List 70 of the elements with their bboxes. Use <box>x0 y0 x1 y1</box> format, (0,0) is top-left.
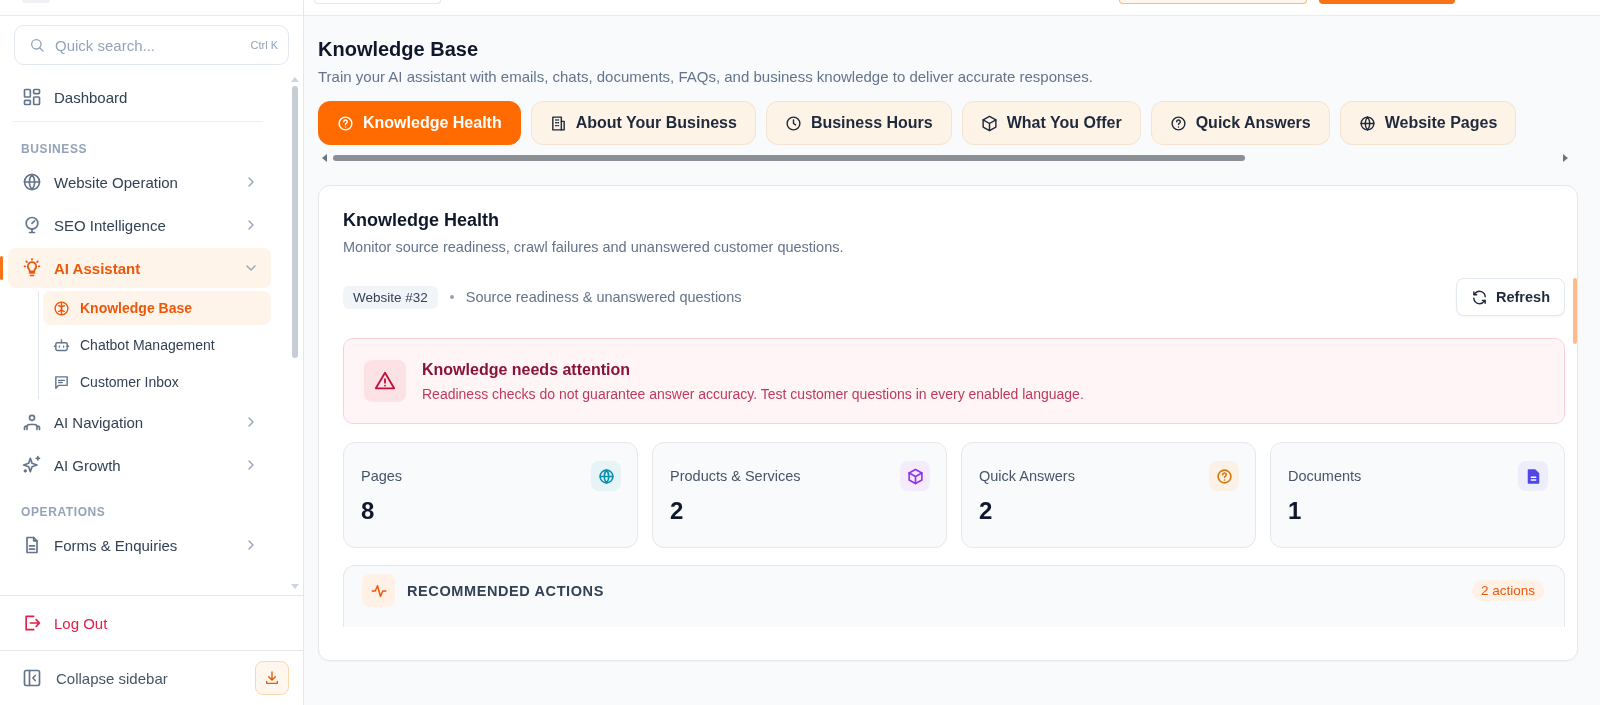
sparkle-icon <box>22 455 42 475</box>
nav-item[interactable]: Website Operation <box>8 162 271 202</box>
box-icon <box>980 114 998 132</box>
nav-subitem[interactable]: Chatbot Management <box>43 328 271 362</box>
tab[interactable]: Quick Answers <box>1150 101 1330 145</box>
nav-subitem[interactable]: Customer Inbox <box>43 365 271 399</box>
logout-button[interactable]: Log Out <box>22 613 108 633</box>
people-icon <box>22 412 42 432</box>
scrollbar-thumb[interactable] <box>292 86 298 358</box>
count-badge: 2 actions <box>1471 580 1544 601</box>
section-label: BUSINESS <box>20 141 89 156</box>
collapse-sidebar-button[interactable]: Collapse sidebar <box>22 668 255 688</box>
scroll-up-icon[interactable] <box>291 77 299 82</box>
alert-title: Knowledge needs attention <box>422 360 631 379</box>
globe-icon <box>1358 114 1376 132</box>
search-input[interactable]: Quick search... <box>53 35 243 55</box>
stat-value: 2 <box>670 497 685 525</box>
stat-label: Quick Answers <box>979 468 1075 484</box>
page-title: Knowledge Base <box>318 38 480 61</box>
website-tag: Website #32 <box>343 285 438 309</box>
page-subtitle: Train your AI assistant with emails, chats, documents, FAQs, and business knowledge to deliver accurate responses. <box>318 68 1094 85</box>
bullet-icon <box>449 295 454 299</box>
nav-item[interactable]: Forms & Enquiries <box>8 525 271 565</box>
building-icon <box>549 114 567 132</box>
scrollbar-thumb[interactable] <box>1573 278 1577 344</box>
download-button[interactable] <box>255 661 289 695</box>
help-icon <box>337 114 354 132</box>
lightbulb-icon <box>22 258 42 278</box>
robot-icon <box>53 336 70 354</box>
nav-item[interactable]: AI Growth <box>8 445 271 485</box>
meta-text: Source readiness & unanswered questions <box>465 289 743 305</box>
tab[interactable]: Business Hours <box>765 101 952 145</box>
scroll-down-icon[interactable] <box>291 584 299 589</box>
clock-icon <box>784 114 802 132</box>
scroll-left-icon[interactable] <box>322 154 327 162</box>
gauge-icon <box>22 215 42 235</box>
tab[interactable]: What You Offer <box>961 101 1141 145</box>
refresh-icon <box>1471 288 1488 306</box>
globe-icon <box>22 172 42 192</box>
logout-icon <box>22 613 42 633</box>
card-description: Monitor source readiness, crawl failures and unanswered customer questions. <box>343 239 845 255</box>
dashboard-icon <box>22 87 42 107</box>
refresh-button[interactable]: Refresh <box>1456 278 1565 316</box>
section-label: OPERATIONS <box>20 504 107 519</box>
download-icon <box>264 670 280 686</box>
toolbar-button[interactable] <box>1319 0 1455 4</box>
stat-value: 8 <box>361 497 376 525</box>
search-icon <box>29 37 45 53</box>
tab[interactable]: About Your Business <box>530 101 756 145</box>
brain-icon <box>53 299 70 317</box>
scrollbar-thumb[interactable] <box>333 155 1245 161</box>
stat-label: Documents <box>1288 468 1362 484</box>
stat-value: 2 <box>979 497 994 525</box>
scroll-right-icon[interactable] <box>1563 154 1568 162</box>
message-icon <box>53 373 70 391</box>
nav-item[interactable]: Dashboard <box>8 77 271 117</box>
stat-label: Products & Services <box>670 468 801 484</box>
card-title: Knowledge Health <box>343 210 500 231</box>
alert-message: Readiness checks do not guarantee answer accuracy. Test customer questions in every enabled language. <box>422 385 1084 402</box>
section-title: RECOMMENDED ACTIONS <box>407 582 605 599</box>
help-icon <box>1169 114 1187 132</box>
shortcut-hint: Ctrl K <box>250 39 278 51</box>
warning-icon <box>374 370 396 392</box>
nav-item[interactable]: AI Navigation <box>8 402 271 442</box>
panel-icon <box>22 668 42 688</box>
tab[interactable]: Website Pages <box>1339 101 1517 145</box>
stat-label: Pages <box>361 468 403 484</box>
nav-item[interactable]: SEO Intelligence <box>8 205 271 245</box>
toolbar-button[interactable] <box>1119 0 1307 4</box>
stat-value: 1 <box>1288 497 1303 525</box>
